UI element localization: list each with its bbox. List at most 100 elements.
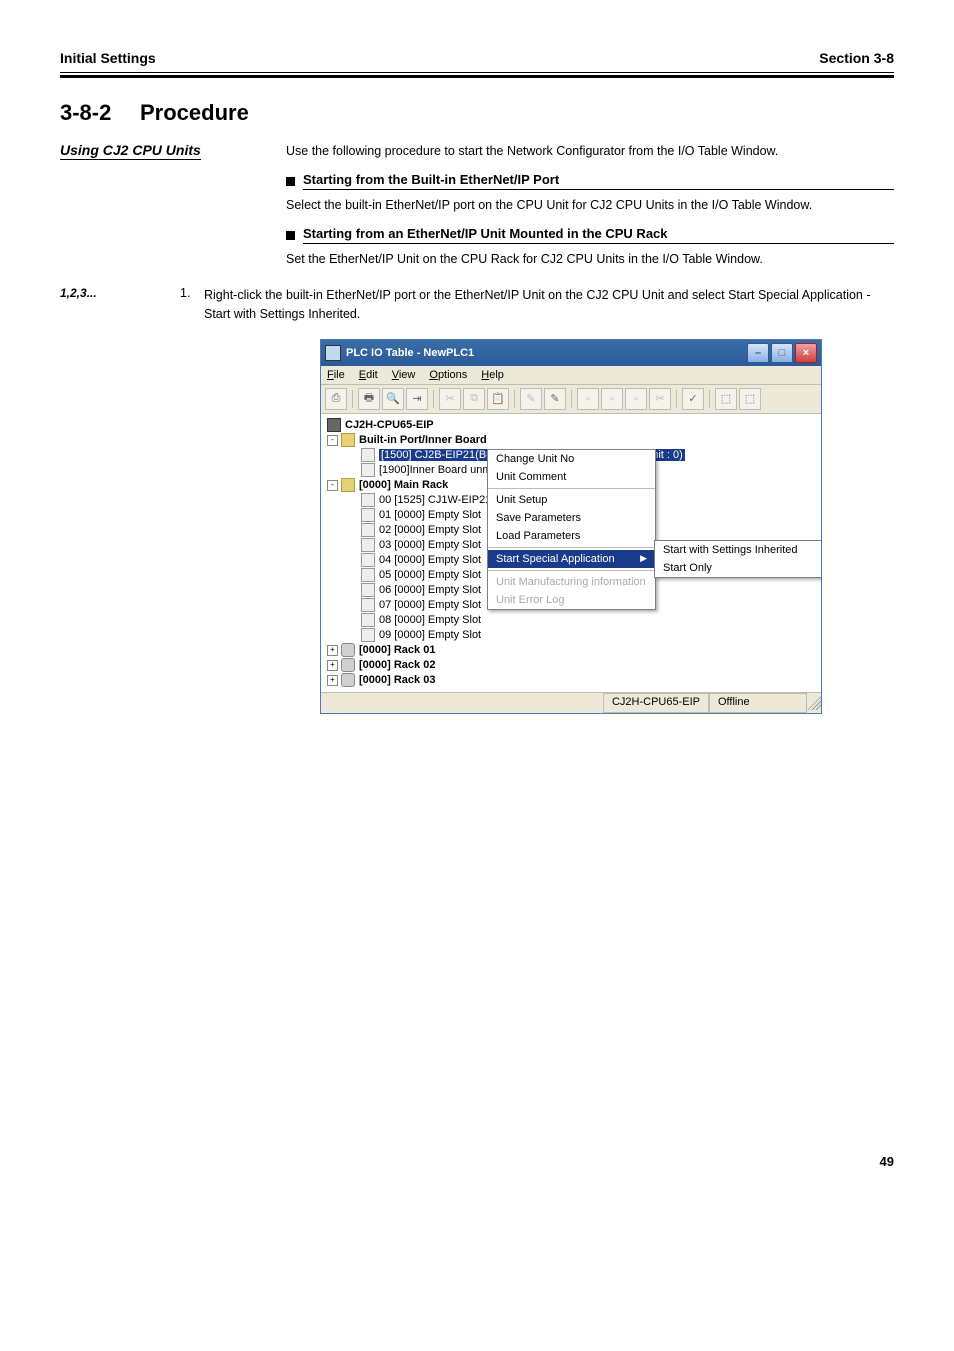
tree-item[interactable]: [1900]Inner Board unm bbox=[379, 464, 492, 476]
menubar: File Edit View Options Help bbox=[321, 366, 821, 385]
tree-rack[interactable]: [0000] Rack 03 bbox=[359, 674, 435, 686]
toolbar-button[interactable]: ▫ bbox=[625, 388, 647, 410]
minimize-button[interactable]: – bbox=[747, 343, 769, 363]
window-title: PLC IO Table - NewPLC1 bbox=[346, 347, 747, 359]
toolbar-separator bbox=[709, 390, 710, 408]
sub1-text: Select the built-in EtherNet/IP port on … bbox=[286, 196, 894, 214]
toolbar-button[interactable]: ▫ bbox=[577, 388, 599, 410]
header-left: Initial Settings bbox=[60, 50, 156, 66]
divider bbox=[60, 75, 894, 78]
toolbar-preview-button[interactable]: 🔍 bbox=[382, 388, 404, 410]
step-marker: 1,2,3... bbox=[60, 286, 180, 322]
statusbar: CJ2H-CPU65-EIP Offline bbox=[321, 692, 821, 713]
expander-icon[interactable]: + bbox=[327, 660, 338, 671]
header-right: Section 3-8 bbox=[819, 50, 894, 66]
expander-icon[interactable]: + bbox=[327, 645, 338, 656]
section-title: Procedure bbox=[140, 100, 249, 126]
toolbar-check-button[interactable]: ✓ bbox=[682, 388, 704, 410]
cm-unit-comment[interactable]: Unit Comment bbox=[488, 468, 655, 486]
submenu-start-inherited[interactable]: Start with Settings Inherited bbox=[655, 541, 821, 559]
toolbar-separator bbox=[433, 390, 434, 408]
menu-options[interactable]: Options bbox=[429, 369, 467, 381]
folder-icon bbox=[341, 433, 355, 447]
toolbar-button[interactable]: ⎙ bbox=[325, 388, 347, 410]
titlebar[interactable]: PLC IO Table - NewPLC1 – □ × bbox=[321, 340, 821, 366]
menu-view[interactable]: View bbox=[392, 369, 416, 381]
page-number: 49 bbox=[60, 1154, 894, 1169]
slot-icon bbox=[361, 628, 375, 642]
resize-grip-icon[interactable] bbox=[807, 696, 821, 710]
toolbar-print-button[interactable]: 🖶 bbox=[358, 388, 380, 410]
toolbar-button[interactable]: ✎ bbox=[520, 388, 542, 410]
tree-rack[interactable]: [0000] Rack 02 bbox=[359, 659, 435, 671]
rack-icon bbox=[341, 673, 355, 687]
menu-edit[interactable]: Edit bbox=[359, 369, 378, 381]
context-menu: Change Unit No Unit Comment Unit Setup S… bbox=[487, 449, 656, 610]
slot-icon bbox=[361, 598, 375, 612]
cm-unit-mfg-info[interactable]: Unit Manufacturing information bbox=[488, 573, 655, 591]
slot-icon bbox=[361, 463, 375, 477]
tree-slot[interactable]: 07 [0000] Empty Slot bbox=[379, 599, 481, 611]
slot-icon bbox=[361, 493, 375, 507]
cm-load-parameters[interactable]: Load Parameters bbox=[488, 527, 655, 545]
tree-slot[interactable]: 08 [0000] Empty Slot bbox=[379, 614, 481, 626]
menu-file[interactable]: File bbox=[327, 369, 345, 381]
submenu-start-only[interactable]: Start Only bbox=[655, 559, 821, 577]
toolbar-button[interactable]: ▫ bbox=[601, 388, 623, 410]
tree-inner-board[interactable]: Built-in Port/Inner Board bbox=[359, 434, 487, 446]
tree-root[interactable]: CJ2H-CPU65-EIP bbox=[345, 419, 434, 431]
tree-view[interactable]: CJ2H-CPU65-EIP - Built-in Port/Inner Boar… bbox=[321, 414, 821, 692]
side-heading: Using CJ2 CPU Units bbox=[60, 142, 201, 160]
cpu-icon bbox=[327, 418, 341, 432]
tree-slot[interactable]: 04 [0000] Empty Slot bbox=[379, 554, 481, 566]
toolbar-separator bbox=[514, 390, 515, 408]
tree-rack[interactable]: [0000] Rack 01 bbox=[359, 644, 435, 656]
cm-start-special-application[interactable]: Start Special Application ▶ bbox=[488, 550, 655, 568]
status-mode: Offline bbox=[709, 693, 807, 713]
menu-separator bbox=[488, 547, 655, 548]
cm-start-special-label: Start Special Application bbox=[496, 553, 615, 565]
app-icon bbox=[325, 345, 341, 361]
tree-slot[interactable]: 01 [0000] Empty Slot bbox=[379, 509, 481, 521]
section-number: 3-8-2 bbox=[60, 100, 140, 126]
toolbar: ⎙ 🖶 🔍 ⇥ ✂ ⧉ 📋 ✎ ✎ ▫ ▫ ▫ ✂ ✓ ⬚ ⬚ bbox=[321, 385, 821, 414]
slot-icon bbox=[361, 508, 375, 522]
toolbar-separator bbox=[676, 390, 677, 408]
cm-unit-error-log[interactable]: Unit Error Log bbox=[488, 591, 655, 609]
cm-unit-setup[interactable]: Unit Setup bbox=[488, 491, 655, 509]
sub-heading-1: Starting from the Built-in EtherNet/IP P… bbox=[303, 172, 894, 190]
menu-separator bbox=[488, 570, 655, 571]
submenu-arrow-icon: ▶ bbox=[640, 553, 647, 564]
expander-icon[interactable]: - bbox=[327, 480, 338, 491]
slot-icon bbox=[361, 553, 375, 567]
toolbar-button[interactable]: ✂ bbox=[649, 388, 671, 410]
menu-separator bbox=[488, 488, 655, 489]
submenu: Start with Settings Inherited Start Only bbox=[654, 540, 821, 578]
expander-icon[interactable]: - bbox=[327, 435, 338, 446]
close-button[interactable]: × bbox=[795, 343, 817, 363]
menu-help[interactable]: Help bbox=[481, 369, 504, 381]
maximize-button[interactable]: □ bbox=[771, 343, 793, 363]
toolbar-copy-button[interactable]: ⧉ bbox=[463, 388, 485, 410]
toolbar-paste-button[interactable]: 📋 bbox=[487, 388, 509, 410]
toolbar-separator bbox=[352, 390, 353, 408]
status-cpu: CJ2H-CPU65-EIP bbox=[603, 693, 709, 713]
toolbar-separator bbox=[571, 390, 572, 408]
tree-slot[interactable]: 05 [0000] Empty Slot bbox=[379, 569, 481, 581]
expander-icon[interactable]: + bbox=[327, 675, 338, 686]
tree-slot[interactable]: 00 [1525] CJ1W-EIP21 bbox=[379, 494, 491, 506]
toolbar-cut-button[interactable]: ✂ bbox=[439, 388, 461, 410]
tree-slot[interactable]: 09 [0000] Empty Slot bbox=[379, 629, 481, 641]
toolbar-button[interactable]: ⬚ bbox=[715, 388, 737, 410]
tree-slot[interactable]: 02 [0000] Empty Slot bbox=[379, 524, 481, 536]
cm-change-unit-no[interactable]: Change Unit No bbox=[488, 450, 655, 468]
toolbar-button[interactable]: ✎ bbox=[544, 388, 566, 410]
tree-main-rack[interactable]: [0000] Main Rack bbox=[359, 479, 448, 491]
tree-slot[interactable]: 06 [0000] Empty Slot bbox=[379, 584, 481, 596]
slot-icon bbox=[361, 538, 375, 552]
cm-save-parameters[interactable]: Save Parameters bbox=[488, 509, 655, 527]
tree-slot[interactable]: 03 [0000] Empty Slot bbox=[379, 539, 481, 551]
toolbar-button[interactable]: ⬚ bbox=[739, 388, 761, 410]
slot-icon bbox=[361, 613, 375, 627]
toolbar-button[interactable]: ⇥ bbox=[406, 388, 428, 410]
